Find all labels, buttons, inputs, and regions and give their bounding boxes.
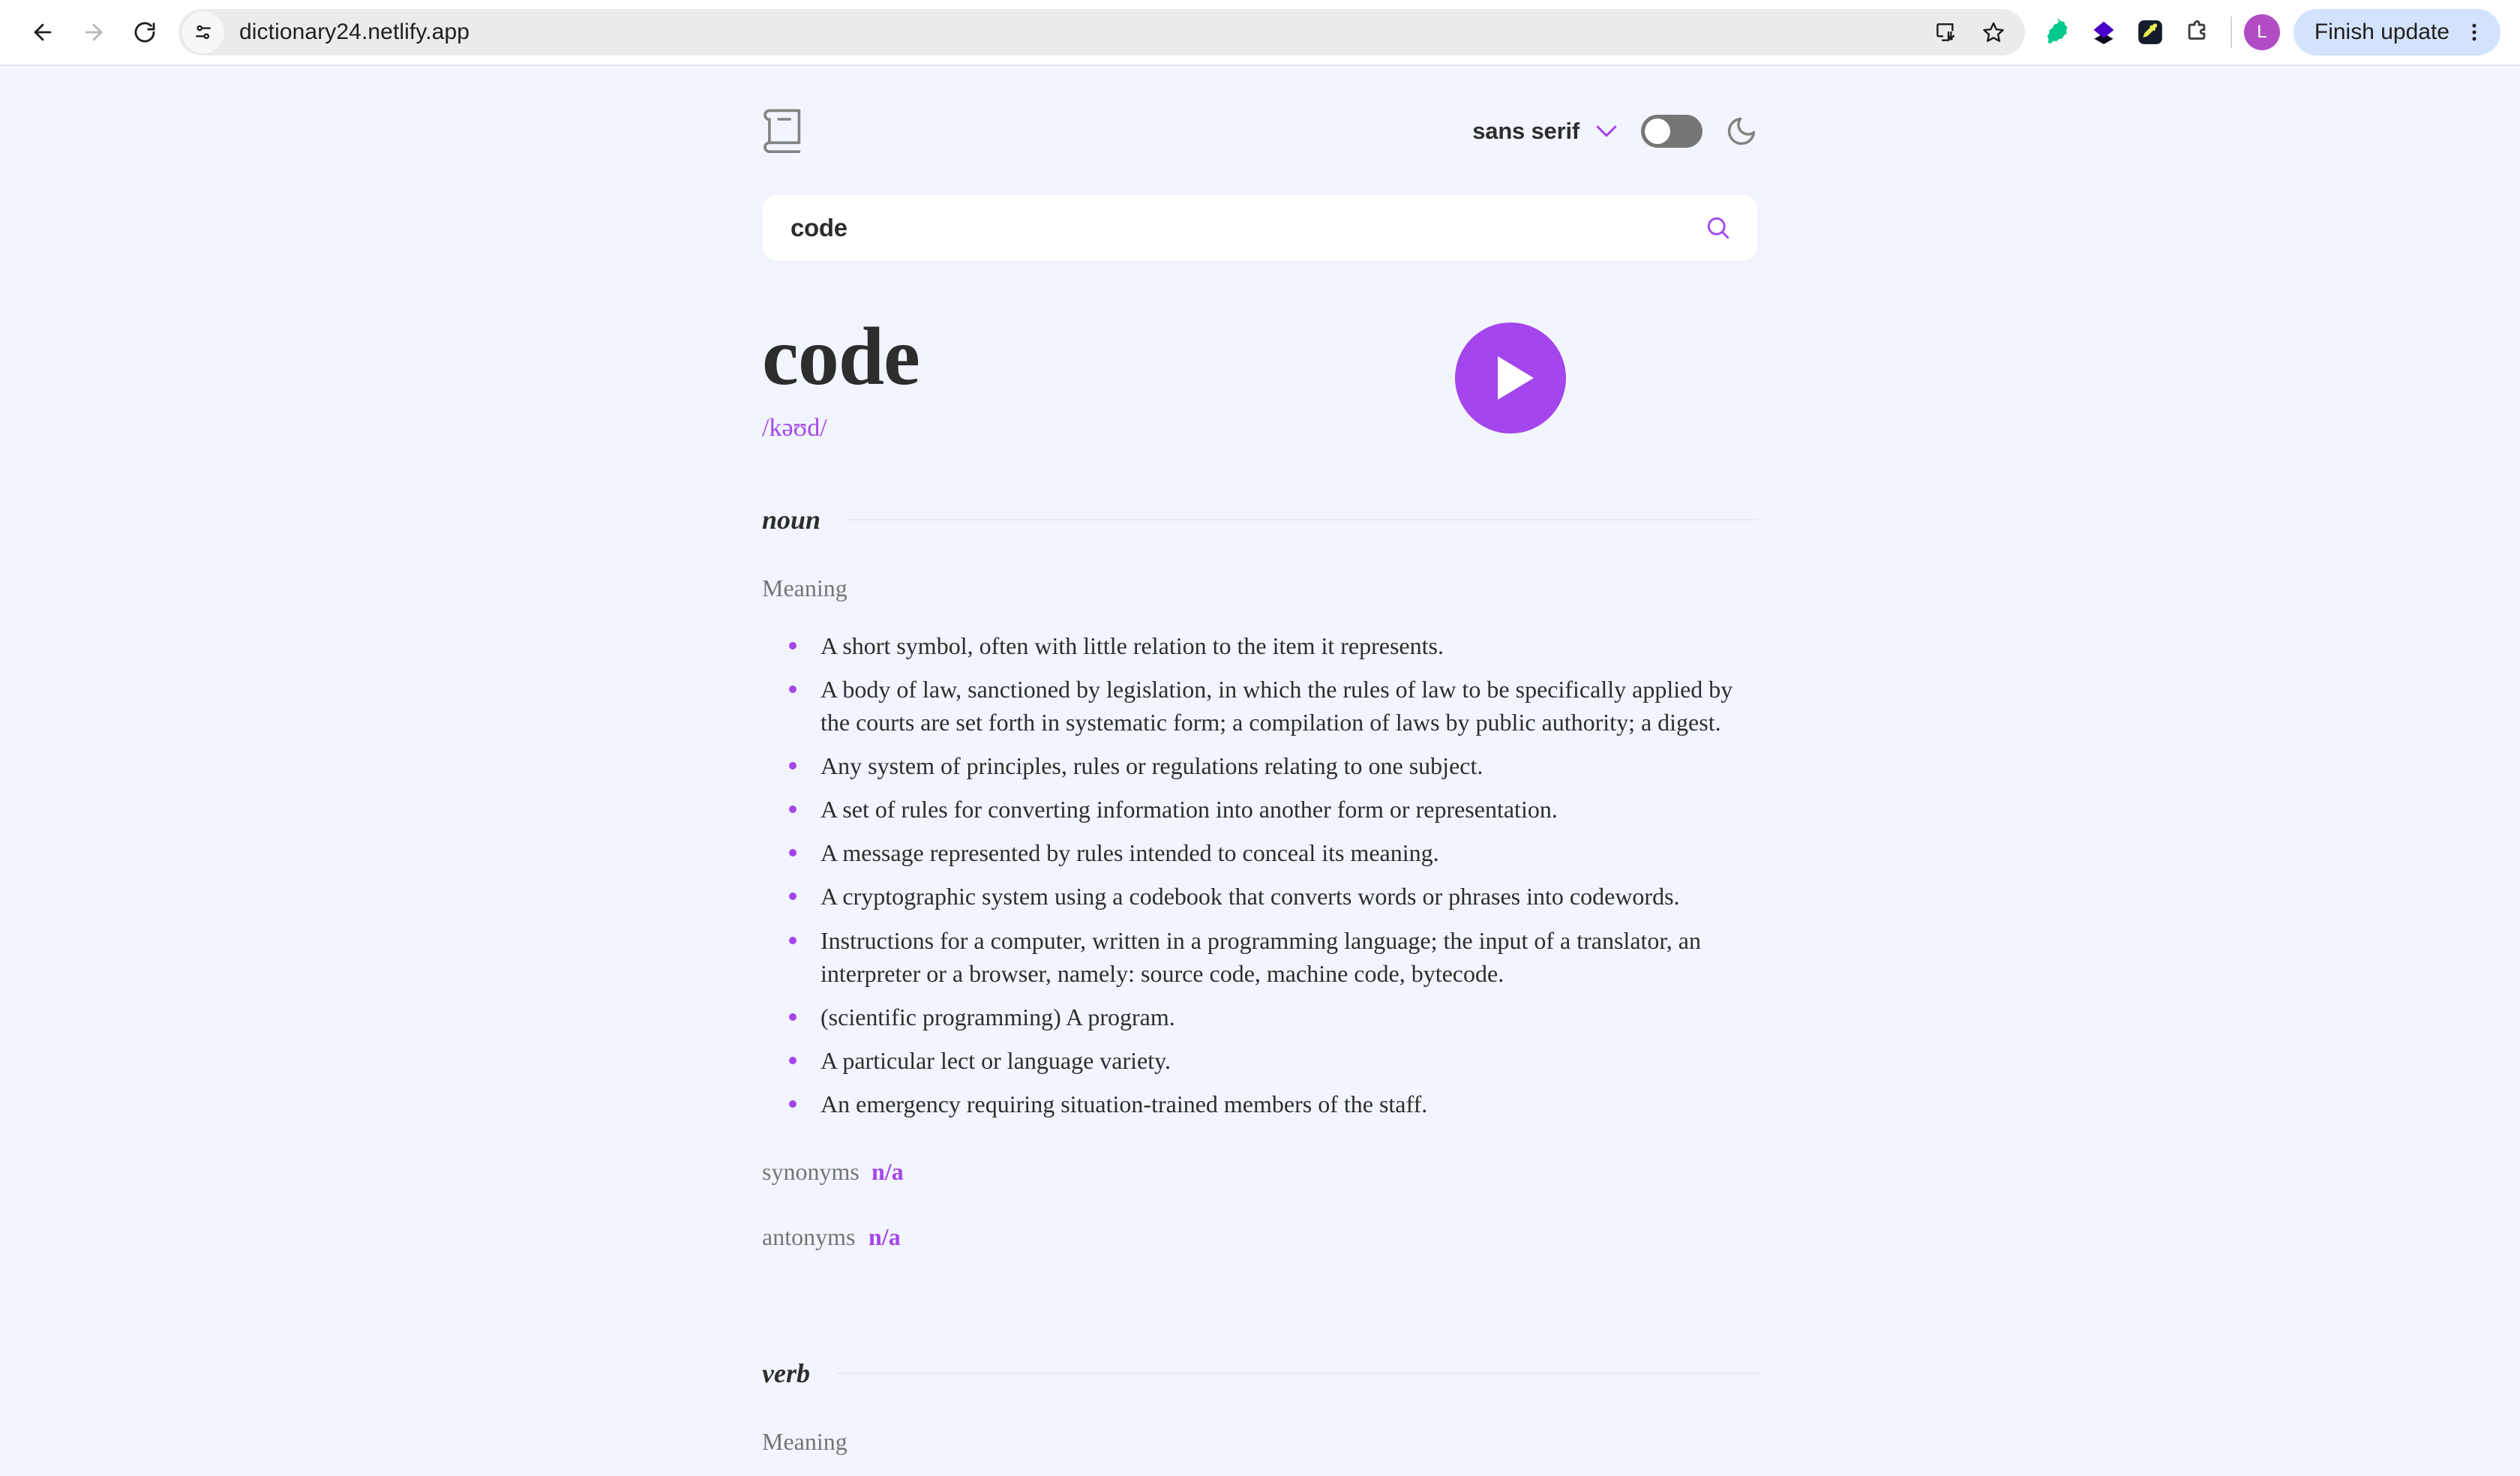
part-of-speech-rule [836, 1372, 1758, 1375]
search-button[interactable] [1706, 215, 1731, 241]
entry-noun: noun Meaning A short symbol, often with … [762, 504, 1758, 1252]
puzzle-piece-extensions-icon [2188, 20, 2206, 40]
meaning-label: Meaning [762, 1428, 848, 1456]
antonyms-label: antonyms [762, 1223, 856, 1251]
header-controls: sans serif [1472, 115, 1758, 148]
extensions-button[interactable] [2175, 10, 2218, 54]
finish-update-button[interactable]: Finish update [2293, 9, 2500, 56]
definition-item: A message represented by rules intended … [762, 836, 1758, 869]
toggle-knob [1645, 118, 1670, 144]
font-select[interactable]: sans serif [1472, 118, 1641, 145]
definition-item: A cryptographic system using a codebook … [762, 880, 1758, 913]
definition-item: Instructions for a computer, written in … [762, 924, 1758, 990]
synonyms-label: synonyms [762, 1158, 860, 1186]
part-of-speech-rule [848, 518, 1758, 520]
antonyms-row: antonyms n/a [762, 1223, 1758, 1251]
extension-green-figure-button[interactable] [2036, 10, 2079, 54]
dark-mode-toggle[interactable] [1641, 115, 1702, 148]
extension-eyedropper-button[interactable] [2128, 10, 2172, 54]
install-app-icon [1936, 23, 1955, 41]
phonetic-text: /kəʊd/ [762, 413, 827, 442]
play-audio-button[interactable] [1455, 322, 1566, 434]
entry-verb: verb Meaning To write software programs.… [762, 1358, 1758, 1474]
star-icon [1983, 22, 2004, 42]
eyedropper-extension-icon [2138, 20, 2162, 44]
three-dot-menu-icon[interactable] [2463, 21, 2486, 44]
part-of-speech-row: noun [762, 504, 1758, 536]
site-settings-button[interactable] [182, 11, 224, 53]
url-text: dictionary24.netlify.app [239, 20, 470, 44]
part-of-speech-row: verb [762, 1358, 1758, 1389]
omnibox-actions [1924, 11, 2025, 53]
definition-item: An emergency requiring situation-trained… [762, 1088, 1758, 1120]
extension-purple-diamond-button[interactable] [2082, 10, 2126, 54]
definition-item: A short symbol, often with little relati… [762, 629, 1758, 662]
forward-arrow-icon [85, 23, 103, 41]
meaning-label: Meaning [762, 574, 848, 602]
app-header: sans serif [762, 98, 1758, 165]
browser-toolbar: dictionary24.netlify.app L Finish update [0, 0, 2520, 66]
synonyms-row: synonyms n/a [762, 1158, 1758, 1186]
word-header: code /kəʊd/ [762, 310, 1758, 442]
page-title: code [762, 310, 920, 402]
definition-item: A particular lect or language variety. [762, 1044, 1758, 1077]
synonyms-value[interactable]: n/a [872, 1158, 904, 1186]
site-settings-icon [196, 25, 211, 40]
play-icon [1498, 356, 1534, 400]
install-app-button[interactable] [1924, 11, 1966, 53]
book-logo-icon [764, 109, 801, 153]
logo [762, 106, 804, 158]
back-arrow-icon [34, 23, 52, 41]
reload-button[interactable] [122, 9, 168, 56]
definition-item: A body of law, sanctioned by legislation… [762, 673, 1758, 739]
bookmark-button[interactable] [1972, 11, 2014, 53]
definition-list: A short symbol, often with little relati… [762, 629, 1758, 1121]
search-input[interactable] [790, 214, 1706, 242]
antonyms-value[interactable]: n/a [868, 1223, 901, 1251]
part-of-speech-label: verb [762, 1358, 810, 1389]
entry-spacer [762, 1251, 1758, 1296]
font-select-value: sans serif [1472, 118, 1580, 144]
content-container: sans serif code code /kəʊd/ noun Meaning… [762, 66, 1758, 1474]
avatar-letter: L [2257, 22, 2267, 42]
finish-update-label: Finish update [2314, 20, 2450, 44]
green-figure-extension-icon [2047, 19, 2068, 44]
word-block: code /kəʊd/ [762, 310, 1455, 442]
navigation-buttons [20, 9, 168, 56]
forward-button[interactable] [70, 9, 117, 56]
moon-icon-wrap [1725, 115, 1758, 148]
moon-icon [1727, 117, 1756, 146]
address-bar[interactable]: dictionary24.netlify.app [178, 9, 2025, 56]
chevron-down-icon [1596, 125, 1617, 137]
browser-actions: L Finish update [2036, 9, 2500, 56]
definition-item: A set of rules for converting informatio… [762, 793, 1758, 826]
part-of-speech-label: noun [762, 504, 821, 535]
search-bar[interactable] [762, 195, 1758, 261]
reload-icon [134, 22, 155, 43]
definition-item: Any system of principles, rules or regul… [762, 749, 1758, 782]
back-button[interactable] [20, 9, 66, 56]
avatar[interactable]: L [2243, 14, 2280, 50]
toolbar-divider [2230, 16, 2232, 48]
search-icon [1707, 217, 1730, 239]
dictionary-page: sans serif code code /kəʊd/ noun Meaning… [0, 66, 2520, 1474]
purple-diamond-extension-icon [2093, 21, 2114, 44]
definition-item: (scientific programming) A program. [762, 1000, 1758, 1034]
